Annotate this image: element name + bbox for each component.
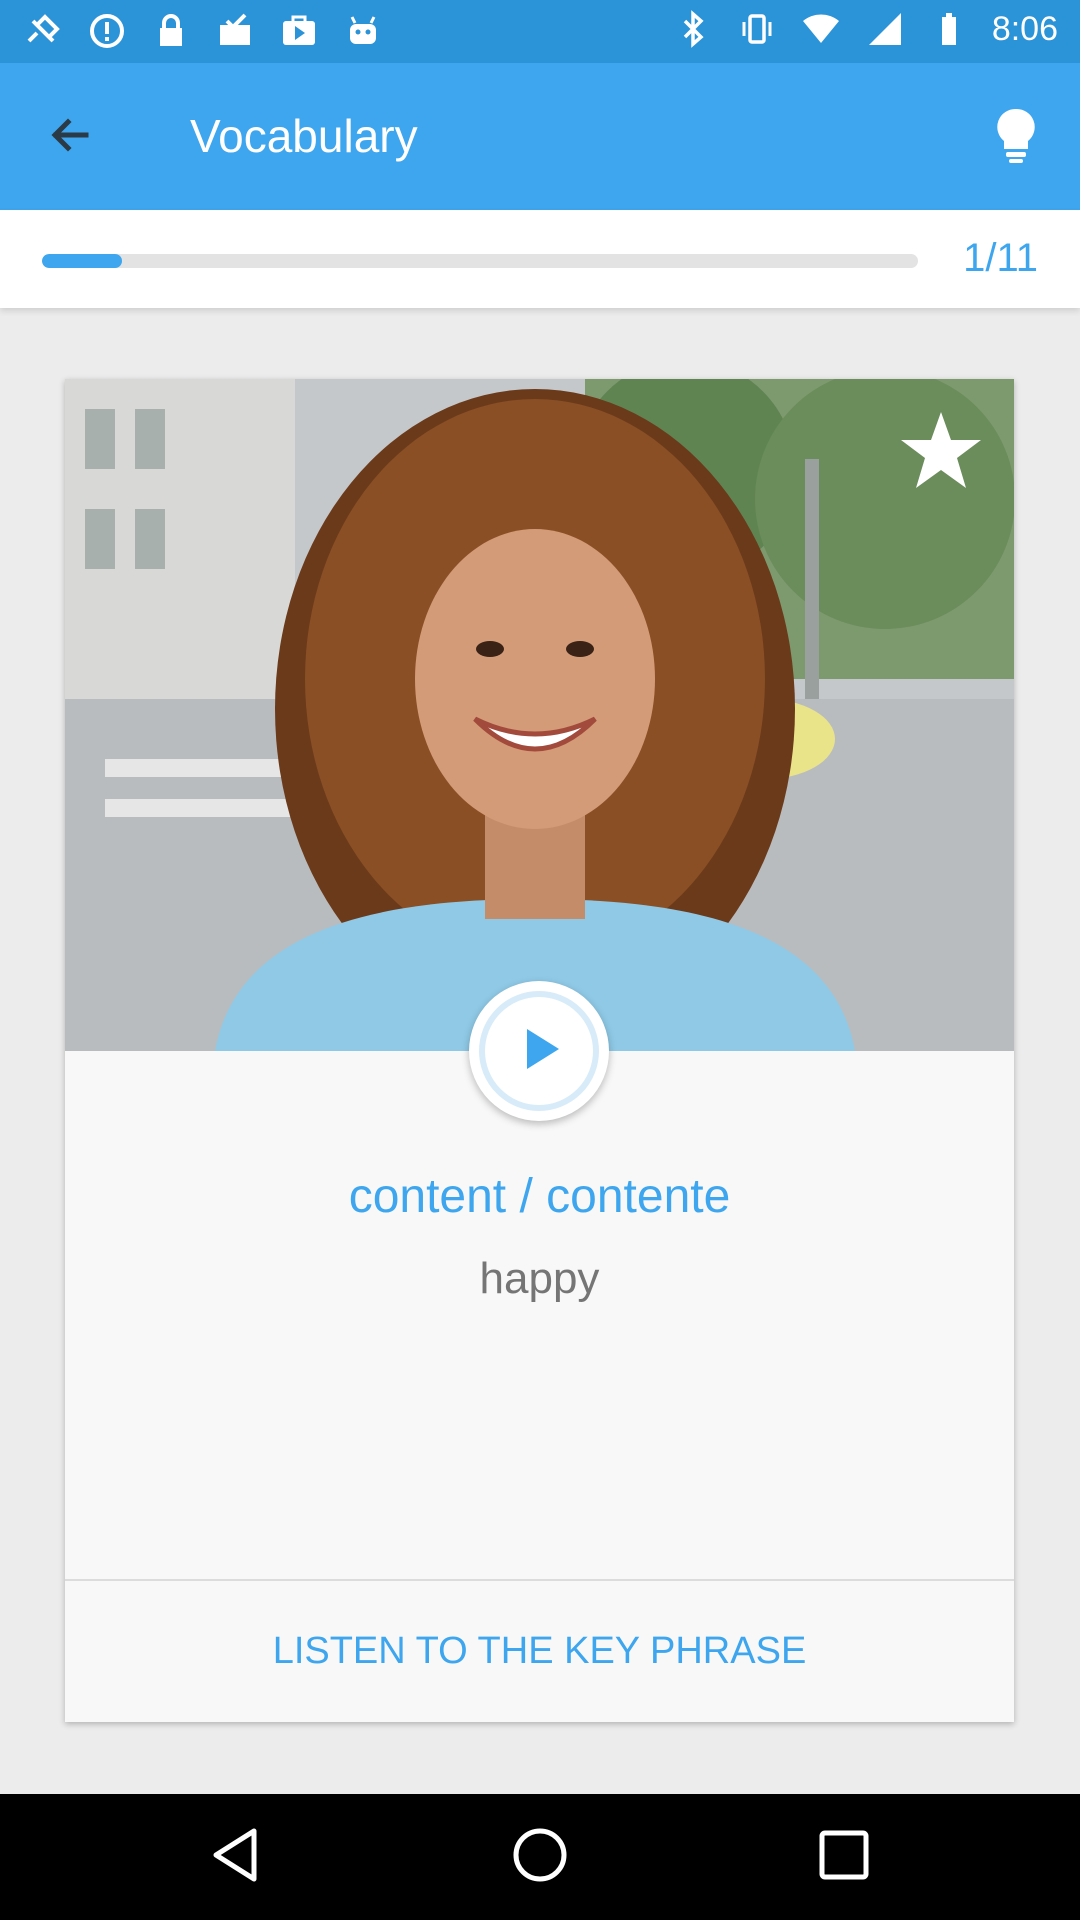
play-icon xyxy=(511,1021,567,1082)
vibrate-icon xyxy=(736,8,778,50)
vocabulary-photo xyxy=(65,379,1014,1051)
page-title: Vocabulary xyxy=(190,110,418,162)
progress-count: 1/11 xyxy=(963,236,1038,280)
mail-check-icon xyxy=(214,10,256,52)
lightbulb-icon xyxy=(992,105,1040,170)
status-icons-left xyxy=(22,10,384,52)
listen-key-phrase-button[interactable]: LISTEN TO THE KEY PHRASE xyxy=(65,1581,1014,1722)
hint-button[interactable] xyxy=(982,103,1050,171)
star-icon xyxy=(899,410,983,495)
vocabulary-word: content / contente xyxy=(348,1170,731,1223)
nav-home-button[interactable] xyxy=(510,1827,570,1887)
wifi-icon xyxy=(800,8,842,50)
vocabulary-card: content / contente happy LISTEN TO THE K… xyxy=(65,379,1014,1722)
nav-back-button[interactable] xyxy=(205,1827,265,1887)
play-button-ring xyxy=(479,991,599,1111)
status-bar: 8:06 xyxy=(0,0,1080,63)
bluetooth-icon xyxy=(672,8,714,50)
status-time: 8:06 xyxy=(991,9,1058,48)
progress-section: 1/11 xyxy=(0,210,1080,308)
app-bar: Vocabulary xyxy=(0,63,1080,210)
android-icon xyxy=(342,10,384,52)
status-icons-right: 8:06 xyxy=(672,8,1058,50)
arrow-back-icon xyxy=(46,111,94,164)
progress-fill xyxy=(42,254,122,268)
word-translation: happy xyxy=(479,1254,600,1303)
alert-circle-icon xyxy=(86,10,128,52)
home-circle-icon xyxy=(512,1827,568,1888)
fake-gps-icon xyxy=(22,10,64,52)
recents-square-icon xyxy=(818,1829,870,1886)
play-store-icon xyxy=(278,10,320,52)
navigation-bar xyxy=(0,1794,1080,1920)
nav-recents-button[interactable] xyxy=(814,1827,874,1887)
signal-icon xyxy=(864,8,906,50)
lock-icon xyxy=(150,10,192,52)
photo-illustration xyxy=(65,379,1014,1051)
battery-icon xyxy=(928,8,970,50)
progress-bar xyxy=(42,254,918,268)
back-button[interactable] xyxy=(38,105,102,169)
favorite-button[interactable] xyxy=(896,407,986,497)
play-audio-button[interactable] xyxy=(469,981,609,1121)
back-triangle-icon xyxy=(210,1827,260,1888)
